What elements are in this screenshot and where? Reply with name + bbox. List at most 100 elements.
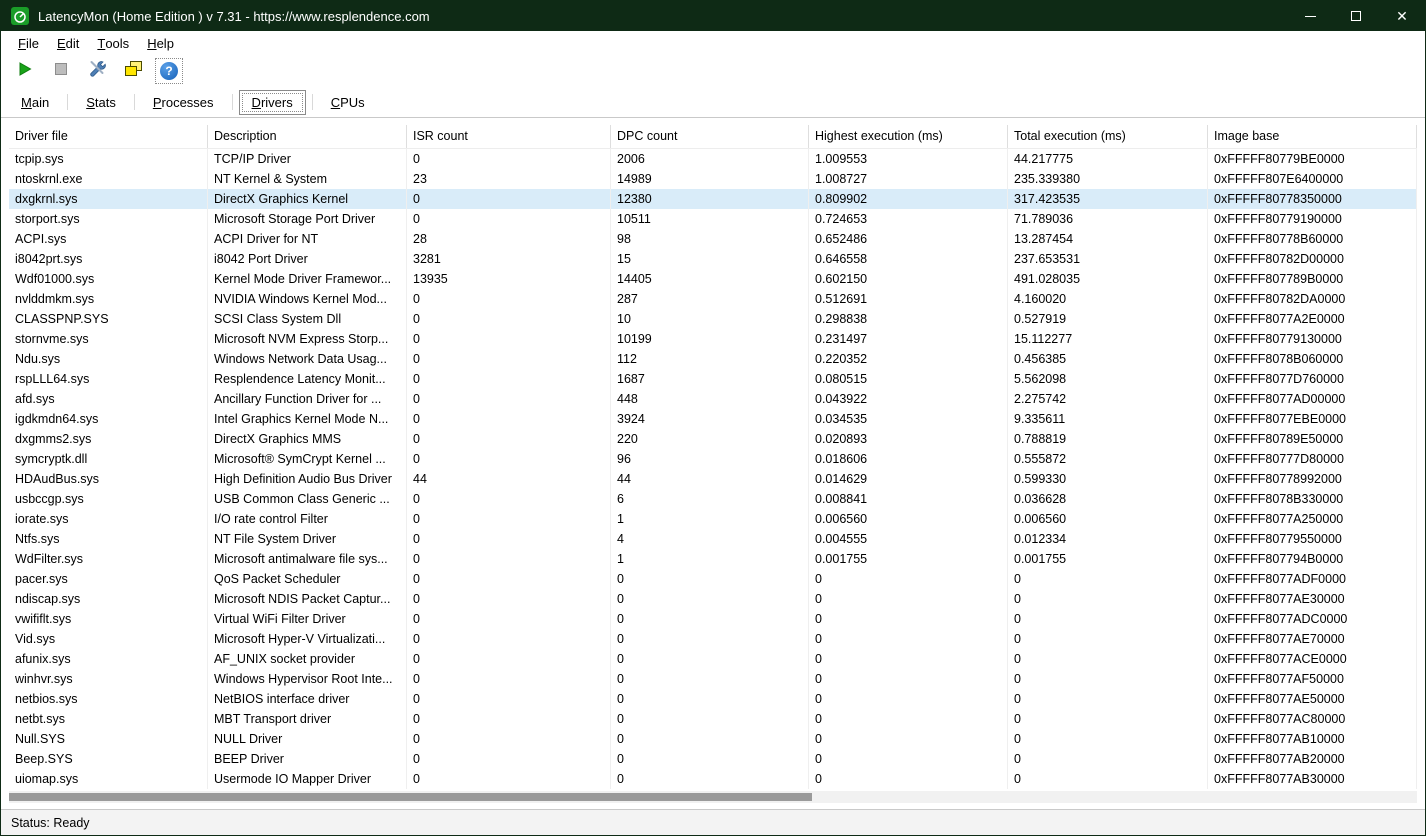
table-row[interactable]: rspLLL64.sysResplendence Latency Monit..… xyxy=(9,369,1417,389)
cell-description: BEEP Driver xyxy=(208,749,407,769)
cell-isr-count: 0 xyxy=(407,749,611,769)
cell-description: USB Common Class Generic ... xyxy=(208,489,407,509)
table-row[interactable]: netbt.sysMBT Transport driver00000xFFFFF… xyxy=(9,709,1417,729)
table-row[interactable]: symcryptk.dllMicrosoft® SymCrypt Kernel … xyxy=(9,449,1417,469)
cell-driver-file: dxgkrnl.sys xyxy=(9,189,208,209)
column-header-dpc-count[interactable]: DPC count xyxy=(611,125,809,148)
help-button[interactable]: ? xyxy=(155,58,183,84)
table-row[interactable]: HDAudBus.sysHigh Definition Audio Bus Dr… xyxy=(9,469,1417,489)
status-text: Status: Ready xyxy=(11,816,90,830)
tab-processes-accel: P xyxy=(153,95,162,110)
table-row[interactable]: ntoskrnl.exeNT Kernel & System23149891.0… xyxy=(9,169,1417,189)
close-button[interactable]: ✕ xyxy=(1379,1,1425,31)
horizontal-scrollbar[interactable] xyxy=(9,791,1417,803)
table-row[interactable]: netbios.sysNetBIOS interface driver00000… xyxy=(9,689,1417,709)
cell-highest-execution-ms: 1.008727 xyxy=(809,169,1008,189)
tab-processes[interactable]: Processes xyxy=(141,91,226,114)
table-row[interactable]: Vid.sysMicrosoft Hyper-V Virtualizati...… xyxy=(9,629,1417,649)
cell-image-base: 0xFFFFF80777D80000 xyxy=(1208,449,1417,469)
cell-image-base: 0xFFFFF80779550000 xyxy=(1208,529,1417,549)
table-row[interactable]: winhvr.sysWindows Hypervisor Root Inte..… xyxy=(9,669,1417,689)
table-row[interactable]: storport.sysMicrosoft Storage Port Drive… xyxy=(9,209,1417,229)
cell-total-execution-ms: 0.555872 xyxy=(1008,449,1208,469)
column-header-driver-file[interactable]: Driver file xyxy=(9,125,208,148)
cell-total-execution-ms: 0 xyxy=(1008,729,1208,749)
table-row[interactable]: iorate.sysI/O rate control Filter010.006… xyxy=(9,509,1417,529)
tab-stats-rest: tats xyxy=(95,95,116,110)
table-row[interactable]: dxgmms2.sysDirectX Graphics MMS02200.020… xyxy=(9,429,1417,449)
table-row[interactable]: afd.sysAncillary Function Driver for ...… xyxy=(9,389,1417,409)
cell-isr-count: 0 xyxy=(407,509,611,529)
cell-driver-file: tcpip.sys xyxy=(9,149,208,169)
cell-highest-execution-ms: 0.034535 xyxy=(809,409,1008,429)
table-row[interactable]: pacer.sysQoS Packet Scheduler00000xFFFFF… xyxy=(9,569,1417,589)
table-row[interactable]: Wdf01000.sysKernel Mode Driver Framewor.… xyxy=(9,269,1417,289)
table-row[interactable]: dxgkrnl.sysDirectX Graphics Kernel012380… xyxy=(9,189,1417,209)
table-row[interactable]: stornvme.sysMicrosoft NVM Express Storp.… xyxy=(9,329,1417,349)
cell-description: TCP/IP Driver xyxy=(208,149,407,169)
table-row[interactable]: ACPI.sysACPI Driver for NT28980.65248613… xyxy=(9,229,1417,249)
tab-stats-accel: S xyxy=(86,95,95,110)
cell-driver-file: Null.SYS xyxy=(9,729,208,749)
cell-highest-execution-ms: 0 xyxy=(809,689,1008,709)
column-header-highest-execution-ms[interactable]: Highest execution (ms) xyxy=(809,125,1008,148)
cell-highest-execution-ms: 0.006560 xyxy=(809,509,1008,529)
cell-isr-count: 0 xyxy=(407,649,611,669)
table-row[interactable]: afunix.sysAF_UNIX socket provider00000xF… xyxy=(9,649,1417,669)
cell-total-execution-ms: 5.562098 xyxy=(1008,369,1208,389)
tab-drivers[interactable]: Drivers xyxy=(239,90,306,115)
tab-stats[interactable]: Stats xyxy=(74,91,128,114)
cell-dpc-count: 0 xyxy=(611,689,809,709)
table-row[interactable]: vwififlt.sysVirtual WiFi Filter Driver00… xyxy=(9,609,1417,629)
cell-description: MBT Transport driver xyxy=(208,709,407,729)
scrollbar-thumb[interactable] xyxy=(9,793,812,801)
start-monitor-button[interactable] xyxy=(11,58,39,84)
cell-image-base: 0xFFFFF80779BE0000 xyxy=(1208,149,1417,169)
cell-dpc-count: 1687 xyxy=(611,369,809,389)
table-row[interactable]: nvlddmkm.sysNVIDIA Windows Kernel Mod...… xyxy=(9,289,1417,309)
cell-dpc-count: 3924 xyxy=(611,409,809,429)
menu-file[interactable]: File xyxy=(9,31,48,55)
stop-monitor-button[interactable] xyxy=(47,58,75,84)
copy-report-button[interactable] xyxy=(119,58,147,84)
cell-isr-count: 0 xyxy=(407,689,611,709)
table-row[interactable]: i8042prt.sysi8042 Port Driver3281150.646… xyxy=(9,249,1417,269)
table-row[interactable]: Beep.SYSBEEP Driver00000xFFFFF8077AB2000… xyxy=(9,749,1417,769)
cell-total-execution-ms: 0.006560 xyxy=(1008,509,1208,529)
menu-help[interactable]: Help xyxy=(138,31,183,55)
tab-main-rest: ain xyxy=(32,95,49,110)
table-row[interactable]: Ndu.sysWindows Network Data Usag...01120… xyxy=(9,349,1417,369)
cell-dpc-count: 0 xyxy=(611,589,809,609)
cell-isr-count: 0 xyxy=(407,769,611,789)
table-row[interactable]: WdFilter.sysMicrosoft antimalware file s… xyxy=(9,549,1417,569)
table-row[interactable]: CLASSPNP.SYSSCSI Class System Dll0100.29… xyxy=(9,309,1417,329)
column-header-total-execution-ms[interactable]: Total execution (ms) xyxy=(1008,125,1208,148)
menu-tools[interactable]: Tools xyxy=(88,31,138,55)
cell-image-base: 0xFFFFF8077AD00000 xyxy=(1208,389,1417,409)
cell-dpc-count: 14405 xyxy=(611,269,809,289)
cell-total-execution-ms: 0 xyxy=(1008,649,1208,669)
options-button[interactable] xyxy=(83,58,111,84)
cell-image-base: 0xFFFFF80778B60000 xyxy=(1208,229,1417,249)
column-header-image-base[interactable]: Image base xyxy=(1208,125,1417,148)
table-row[interactable]: uiomap.sysUsermode IO Mapper Driver00000… xyxy=(9,769,1417,789)
table-row[interactable]: Null.SYSNULL Driver00000xFFFFF8077AB1000… xyxy=(9,729,1417,749)
table-row[interactable]: tcpip.sysTCP/IP Driver020061.00955344.21… xyxy=(9,149,1417,169)
cell-total-execution-ms: 0 xyxy=(1008,689,1208,709)
minimize-button[interactable] xyxy=(1287,1,1333,31)
maximize-button[interactable] xyxy=(1333,1,1379,31)
table-row[interactable]: ndiscap.sysMicrosoft NDIS Packet Captur.… xyxy=(9,589,1417,609)
tab-cpus[interactable]: CPUs xyxy=(319,91,377,114)
menu-edit[interactable]: Edit xyxy=(48,31,88,55)
column-header-description[interactable]: Description xyxy=(208,125,407,148)
table-row[interactable]: igdkmdn64.sysIntel Graphics Kernel Mode … xyxy=(9,409,1417,429)
cell-highest-execution-ms: 0.014629 xyxy=(809,469,1008,489)
cell-dpc-count: 0 xyxy=(611,609,809,629)
table-row[interactable]: usbccgp.sysUSB Common Class Generic ...0… xyxy=(9,489,1417,509)
cell-isr-count: 13935 xyxy=(407,269,611,289)
tab-main[interactable]: Main xyxy=(9,91,61,114)
column-header-isr-count[interactable]: ISR count xyxy=(407,125,611,148)
table-row[interactable]: Ntfs.sysNT File System Driver040.0045550… xyxy=(9,529,1417,549)
cell-description: Microsoft Storage Port Driver xyxy=(208,209,407,229)
cell-description: NetBIOS interface driver xyxy=(208,689,407,709)
